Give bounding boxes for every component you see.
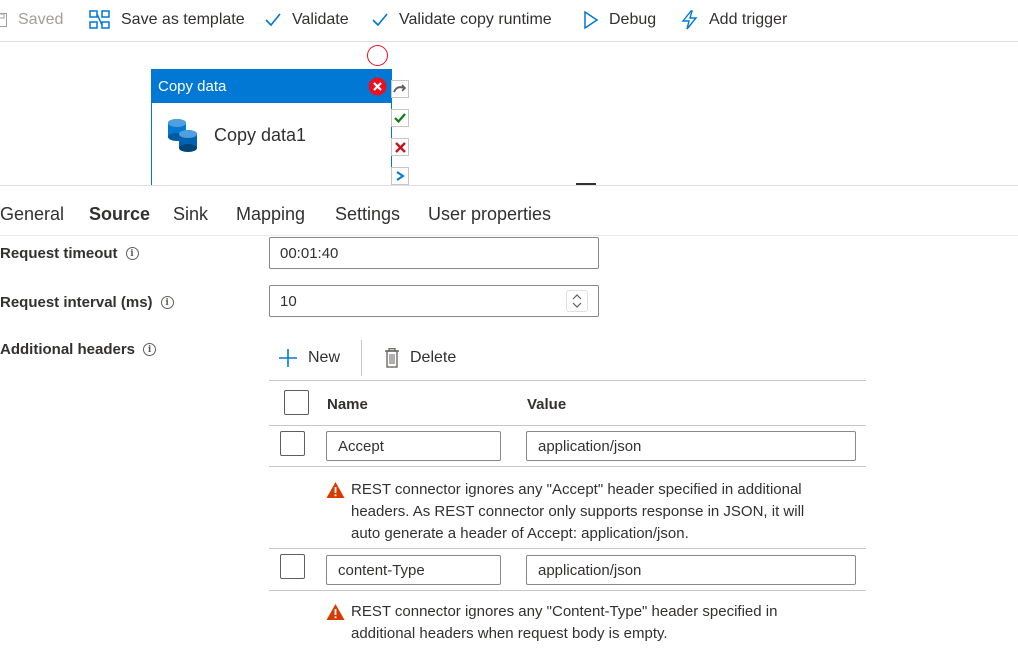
failure-output-icon[interactable]: [391, 138, 409, 156]
request-timeout-label: Request timeout i: [0, 245, 139, 262]
new-label: New: [308, 349, 341, 366]
header-name-input[interactable]: Accept: [326, 431, 501, 461]
table-top-border: [269, 380, 866, 381]
request-interval-input[interactable]: 10: [269, 285, 599, 317]
new-header-button[interactable]: New: [278, 345, 340, 371]
save-as-template-button[interactable]: Save as template: [89, 8, 245, 32]
delete-header-button[interactable]: Delete: [384, 345, 456, 371]
validate-copy-runtime-label: Validate copy runtime: [399, 11, 552, 28]
saved-button[interactable]: Saved: [0, 8, 63, 32]
activity-header: Copy data: [152, 70, 391, 103]
header-value-input[interactable]: application/json: [526, 555, 856, 585]
tab-general[interactable]: General: [0, 204, 64, 225]
activity-body: Copy data1: [152, 103, 391, 153]
column-header-name: Name: [327, 396, 368, 413]
validate-copy-runtime-button[interactable]: Validate copy runtime: [371, 8, 552, 32]
lightning-icon: [681, 10, 698, 30]
delete-label: Delete: [410, 349, 457, 366]
table-header-border: [269, 425, 866, 426]
request-timeout-input[interactable]: 00:01:40: [269, 237, 599, 269]
tab-settings[interactable]: Settings: [335, 204, 400, 225]
select-all-checkbox[interactable]: [284, 390, 309, 415]
panel-splitter: [0, 185, 1018, 186]
info-icon[interactable]: i: [160, 296, 174, 309]
save-as-template-label: Save as template: [121, 11, 245, 28]
save-icon: [0, 13, 7, 27]
checkmark-icon: [265, 13, 281, 27]
tab-mapping[interactable]: Mapping: [236, 204, 305, 225]
tab-source[interactable]: Source: [89, 204, 150, 225]
row-checkbox[interactable]: [280, 554, 305, 579]
row-divider: [269, 466, 866, 467]
success-output-icon[interactable]: [391, 109, 409, 127]
error-indicator-icon[interactable]: [367, 45, 388, 66]
info-icon[interactable]: i: [143, 343, 157, 356]
tab-user-properties[interactable]: User properties: [428, 204, 551, 225]
warning-icon: [326, 604, 345, 620]
saved-label: Saved: [18, 11, 64, 28]
row-divider: [269, 590, 866, 591]
plus-icon: [279, 349, 297, 367]
warning-icon: [326, 482, 345, 498]
add-trigger-label: Add trigger: [709, 11, 788, 28]
header-value-input[interactable]: application/json: [526, 431, 856, 461]
trash-icon: [385, 348, 399, 368]
validate-button[interactable]: Validate: [264, 8, 349, 32]
chevron-down-icon[interactable]: [572, 302, 582, 308]
row-checkbox[interactable]: [280, 431, 305, 456]
properties-tabs: General Source Sink Mapping Settings Use…: [0, 196, 1018, 236]
accept-header-warning: REST connector ignores any "Accept" head…: [326, 479, 846, 545]
content-type-header-warning: REST connector ignores any "Content-Type…: [326, 601, 846, 645]
copy-data-activity[interactable]: Copy data Copy data1: [151, 69, 392, 185]
debug-label: Debug: [609, 11, 657, 28]
header-name-input[interactable]: content-Type: [326, 555, 501, 585]
info-icon[interactable]: i: [125, 247, 139, 260]
skip-output-icon[interactable]: [391, 80, 409, 98]
additional-headers-label: Additional headers i: [0, 341, 157, 358]
number-stepper[interactable]: [566, 290, 588, 312]
tab-sink[interactable]: Sink: [173, 204, 208, 225]
activity-type-label: Copy data: [158, 78, 227, 95]
debug-button[interactable]: Debug: [583, 8, 656, 32]
chevron-up-icon[interactable]: [572, 294, 582, 300]
toolbar-divider: [361, 340, 362, 376]
add-trigger-button[interactable]: Add trigger: [681, 8, 787, 32]
database-icon: [168, 119, 197, 152]
row-divider: [269, 548, 866, 549]
pipeline-canvas[interactable]: Copy data Copy data1: [0, 42, 1018, 185]
column-header-value: Value: [527, 396, 567, 413]
splitter-handle[interactable]: [576, 183, 596, 185]
error-icon[interactable]: [368, 77, 387, 96]
template-icon: [89, 10, 110, 29]
pipeline-toolbar: Saved Save as template Validate Validate…: [0, 0, 1018, 42]
validate-label: Validate: [292, 11, 349, 28]
activity-name: Copy data1: [214, 124, 307, 145]
play-icon: [584, 11, 599, 29]
completion-output-icon[interactable]: [391, 167, 409, 185]
request-interval-label: Request interval (ms) i: [0, 294, 174, 311]
checkmark-icon: [372, 13, 388, 27]
